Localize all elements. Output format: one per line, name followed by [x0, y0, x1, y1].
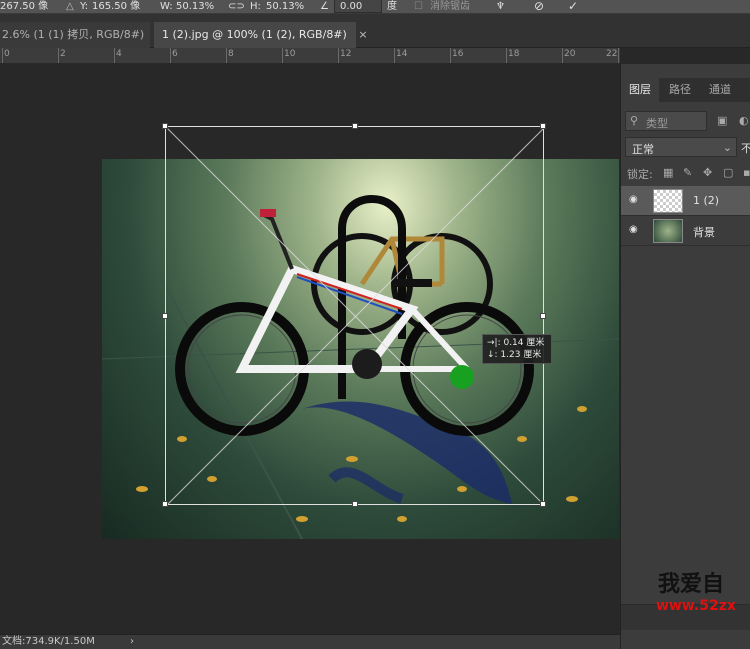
- blend-mode-row: 正常 ⌄ 不: [621, 136, 750, 158]
- search-icon: ⚲: [630, 114, 639, 127]
- document-tab-bar: 2.6% (1 (1) 拷贝, RGB/8#) × 1 (2).jpg @ 10…: [0, 14, 750, 48]
- w-label: W:: [160, 1, 173, 12]
- tab-label: 2.6% (1 (1) 拷贝, RGB/8#): [2, 28, 145, 41]
- lock-paint-icon[interactable]: ✎: [683, 166, 692, 179]
- watermark-title: 我爱自: [658, 572, 725, 597]
- close-icon[interactable]: ×: [358, 28, 367, 41]
- ruler-label: 2: [60, 49, 66, 59]
- layer-row[interactable]: ◉ 1 (2): [621, 186, 750, 216]
- antialias-label: 消除锯齿: [430, 1, 470, 12]
- warp-icon[interactable]: ♆: [496, 0, 505, 13]
- x-value[interactable]: 267.50 像: [0, 0, 48, 13]
- tab-document-1[interactable]: 2.6% (1 (1) 拷贝, RGB/8#) ×: [0, 22, 165, 48]
- move-offset-tooltip: →|: 0.14 厘米 ↓: 1.23 厘米: [482, 334, 552, 364]
- transform-handle-bottom-left[interactable]: [162, 501, 168, 507]
- y-value[interactable]: 165.50 像: [92, 0, 140, 13]
- ruler-label: 6: [172, 49, 178, 59]
- ruler-label: 0: [4, 49, 10, 59]
- tab-document-2[interactable]: 1 (2).jpg @ 100% (1 (2), RGB/8#) ×: [154, 22, 368, 48]
- layer-thumbnail: [653, 189, 683, 213]
- transform-diagonals: [166, 127, 545, 506]
- blend-mode-value: 正常: [632, 143, 654, 156]
- eye-icon[interactable]: ◉: [629, 194, 641, 206]
- h-value[interactable]: 50.13%: [266, 0, 304, 13]
- layer-thumbnail: [653, 219, 683, 243]
- y-label: Y:: [80, 1, 89, 12]
- adjust-filter-icon[interactable]: ◐: [739, 114, 749, 127]
- transform-handle-bottom-right[interactable]: [540, 501, 546, 507]
- link-icon[interactable]: ⊂⊃: [228, 0, 245, 13]
- lock-row: 锁定: ▦ ✎ ✥ ▢ ▪: [621, 164, 750, 182]
- layer-name: 背景: [693, 226, 715, 239]
- layers-panel: 图层 路径 通道 ⚲ 类型 ▣ ◐ 正常 ⌄ 不 锁定: ▦ ✎ ✥ ▢ ▪ ◉…: [620, 64, 750, 649]
- transform-handle-bottom[interactable]: [352, 501, 358, 507]
- tooltip-line-y: ↓: 1.23 厘米: [487, 350, 542, 360]
- tab-paths[interactable]: 路径: [661, 78, 699, 102]
- tab-channels[interactable]: 通道: [701, 78, 739, 102]
- document-size: 文档:734.9K/1.50M: [2, 636, 95, 647]
- opacity-label: 不: [741, 142, 750, 155]
- layer-row[interactable]: ◉ 背景: [621, 216, 750, 246]
- filter-kind-label: 类型: [646, 117, 668, 130]
- filter-kind-select[interactable]: ⚲ 类型: [625, 111, 707, 131]
- reference-point-icon[interactable]: △: [66, 0, 74, 13]
- ruler-label: 22: [606, 49, 618, 59]
- antialias-checkbox[interactable]: ☐: [414, 0, 423, 13]
- ruler-label: 20: [564, 49, 576, 59]
- transform-handle-top-left[interactable]: [162, 123, 168, 129]
- commit-icon[interactable]: ✓: [568, 0, 578, 13]
- angle-icon: ∠: [320, 1, 329, 12]
- lock-label: 锁定:: [627, 168, 653, 181]
- ruler-label: 8: [228, 49, 234, 59]
- transform-handle-right[interactable]: [540, 313, 546, 319]
- angle-unit: 度: [387, 1, 397, 12]
- h-label: H:: [250, 1, 261, 12]
- w-value[interactable]: 50.13%: [176, 0, 214, 13]
- status-bar: 文档:734.9K/1.50M ›: [0, 634, 620, 649]
- lock-move-icon[interactable]: ✥: [703, 166, 712, 179]
- tooltip-line-x: →|: 0.14 厘米: [487, 338, 545, 348]
- watermark-url: www.52zx: [656, 598, 736, 614]
- lock-all-icon[interactable]: ▪: [743, 166, 750, 179]
- horizontal-ruler: 0 2 4 6 8 10 12 14 16 18 20 22: [0, 48, 620, 64]
- ruler-label: 4: [116, 49, 122, 59]
- cancel-icon[interactable]: ⊘: [534, 0, 544, 13]
- ruler-label: 18: [508, 49, 520, 59]
- transform-handle-left[interactable]: [162, 313, 168, 319]
- chevron-down-icon: ⌄: [722, 141, 732, 154]
- tab-layers[interactable]: 图层: [621, 78, 659, 102]
- ruler-label: 12: [340, 49, 352, 59]
- panel-tabs: 图层 路径 通道: [621, 78, 750, 102]
- ruler-label: 16: [452, 49, 464, 59]
- transform-handle-top[interactable]: [352, 123, 358, 129]
- lock-artboard-icon[interactable]: ▢: [723, 166, 733, 179]
- lock-transparent-icon[interactable]: ▦: [663, 166, 673, 179]
- eye-icon[interactable]: ◉: [629, 224, 641, 236]
- site-watermark: 我爱自 www.52zx: [656, 566, 750, 622]
- image-filter-icon[interactable]: ▣: [717, 114, 727, 127]
- status-menu-arrow[interactable]: ›: [130, 635, 134, 649]
- options-bar: 267.50 像 △ Y: 165.50 像 W: 50.13% ⊂⊃ H: 5…: [0, 0, 750, 14]
- blend-mode-select[interactable]: 正常 ⌄: [625, 137, 737, 157]
- canvas-area[interactable]: →|: 0.14 厘米 ↓: 1.23 厘米: [0, 64, 620, 634]
- tab-label: 1 (2).jpg @ 100% (1 (2), RGB/8#): [162, 28, 347, 41]
- transform-handle-top-right[interactable]: [540, 123, 546, 129]
- ruler-label: 10: [284, 49, 296, 59]
- transform-bounding-box[interactable]: [162, 123, 546, 507]
- layer-filter-row: ⚲ 类型 ▣ ◐: [621, 110, 750, 132]
- ruler-label: 14: [396, 49, 408, 59]
- layer-name: 1 (2): [693, 194, 720, 207]
- angle-value[interactable]: 0.00: [340, 0, 362, 13]
